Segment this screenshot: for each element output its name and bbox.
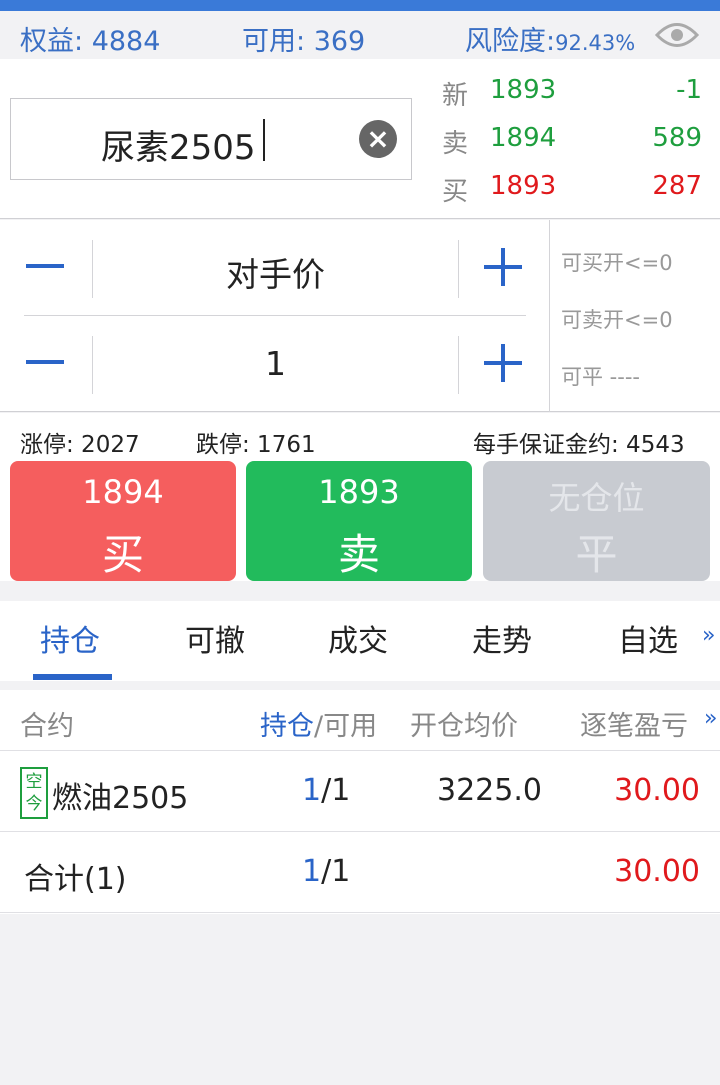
down-limit-text: 跌停: 1761 xyxy=(196,432,316,458)
can-buy-open-text: 可买开<=0 xyxy=(561,251,673,275)
can-close-text: 可平 ---- xyxy=(561,365,640,389)
positions-table: 合约 持仓/可用 开仓均价 逐笔盈亏 » 空 今 燃油2505 1/1 3225… xyxy=(0,690,720,914)
header-more-icon[interactable]: » xyxy=(704,706,717,731)
risk-text: 风险度:92.43% xyxy=(465,26,636,57)
eye-icon[interactable] xyxy=(655,20,699,50)
quote-qty: 589 xyxy=(652,123,702,153)
buy-button[interactable]: 1894 买 xyxy=(10,461,236,581)
header-avg-price[interactable]: 开仓均价 xyxy=(410,704,518,743)
quantity-minus-button[interactable] xyxy=(26,360,64,364)
total-label: 合计(1) xyxy=(24,862,127,897)
quote-label: 卖 xyxy=(442,129,469,159)
quote-price: 1893 xyxy=(490,171,557,201)
sell-price: 1893 xyxy=(318,473,400,511)
total-row: 合计(1) 1/1 30.00 xyxy=(0,832,720,913)
quantity-stepper: 1 xyxy=(0,316,548,412)
header-contract[interactable]: 合约 xyxy=(20,704,74,743)
header-pnl[interactable]: 逐笔盈亏 xyxy=(580,704,688,743)
divider xyxy=(458,240,459,298)
symbol-input[interactable]: 尿素2505 × xyxy=(10,98,412,180)
quantity-plus-button[interactable] xyxy=(484,344,522,382)
quote-price: 1893 xyxy=(490,75,557,105)
tab-positions[interactable]: 持仓 xyxy=(40,616,100,660)
status-bar-strip xyxy=(0,0,720,11)
quote-price: 1894 xyxy=(490,123,557,153)
sell-label: 卖 xyxy=(337,530,380,579)
quote-qty: -1 xyxy=(676,75,702,105)
available-text: 可用: 369 xyxy=(242,26,366,57)
tab-bar: 持仓 可撤 成交 走势 自选 » xyxy=(0,601,720,681)
quote-row-ask: 卖 1894 589 xyxy=(442,119,702,159)
tab-cancelable[interactable]: 可撤 xyxy=(185,616,245,660)
quote-row-last: 新 1893 -1 xyxy=(442,71,702,111)
price-type-field[interactable]: 对手价 xyxy=(93,248,458,296)
order-panel: 对手价 1 可买开<=0 可卖开<=0 可平 ---- xyxy=(0,220,720,412)
account-summary-bar: 权益: 4884 可用: 369 风险度:92.43% xyxy=(0,11,720,59)
margin-text: 每手保证金约: 4543 xyxy=(473,432,685,458)
contract-cell: 燃油2505 xyxy=(52,781,189,816)
symbol-text: 尿素2505 xyxy=(101,128,256,168)
text-caret xyxy=(263,119,265,161)
equity-text: 权益: 4884 xyxy=(20,26,161,57)
close-label: 平 xyxy=(575,530,618,579)
can-sell-open-text: 可卖开<=0 xyxy=(561,308,673,332)
limits-bar: 涨停: 2027 跌停: 1761 每手保证金约: 4543 xyxy=(0,413,720,461)
header-position[interactable]: 持仓/可用 xyxy=(260,704,377,743)
tabs-more-icon[interactable]: » xyxy=(702,623,715,648)
price-minus-button[interactable] xyxy=(26,264,64,268)
table-row[interactable]: 空 今 燃油2505 1/1 3225.0 30.00 xyxy=(0,751,720,832)
up-limit-text: 涨停: 2027 xyxy=(20,432,140,458)
position-tag: 空 今 xyxy=(20,767,48,819)
quote-panel: 尿素2505 × 新 1893 -1 卖 1894 589 买 1893 287 xyxy=(0,59,720,219)
quote-row-bid: 买 1893 287 xyxy=(442,167,702,207)
position-cell: 1/1 xyxy=(302,773,351,808)
table-header: 合约 持仓/可用 开仓均价 逐笔盈亏 » xyxy=(0,690,720,751)
close-position-button[interactable]: 无仓位 平 xyxy=(483,461,710,581)
tab-trades[interactable]: 成交 xyxy=(328,616,388,660)
active-tab-indicator xyxy=(33,674,112,680)
total-pnl-cell: 30.00 xyxy=(614,854,700,889)
clear-icon[interactable]: × xyxy=(359,120,397,158)
quantity-field[interactable]: 1 xyxy=(93,344,458,383)
divider xyxy=(549,220,550,412)
price-plus-button[interactable] xyxy=(484,248,522,286)
buy-label: 买 xyxy=(101,530,144,579)
quote-qty: 287 xyxy=(652,171,702,201)
pnl-cell: 30.00 xyxy=(614,773,700,808)
price-stepper: 对手价 xyxy=(0,220,548,316)
divider xyxy=(458,336,459,394)
sell-button[interactable]: 1893 卖 xyxy=(246,461,472,581)
avg-price-cell: 3225.0 xyxy=(437,773,542,808)
close-status: 无仓位 xyxy=(548,479,645,517)
tab-watchlist[interactable]: 自选 xyxy=(618,616,678,660)
total-position-cell: 1/1 xyxy=(302,854,351,889)
quote-label: 买 xyxy=(442,177,469,207)
tab-trend[interactable]: 走势 xyxy=(472,616,532,660)
quote-label: 新 xyxy=(442,81,469,111)
trade-buttons: 1894 买 1893 卖 无仓位 平 xyxy=(0,461,720,581)
buy-price: 1894 xyxy=(82,473,164,511)
